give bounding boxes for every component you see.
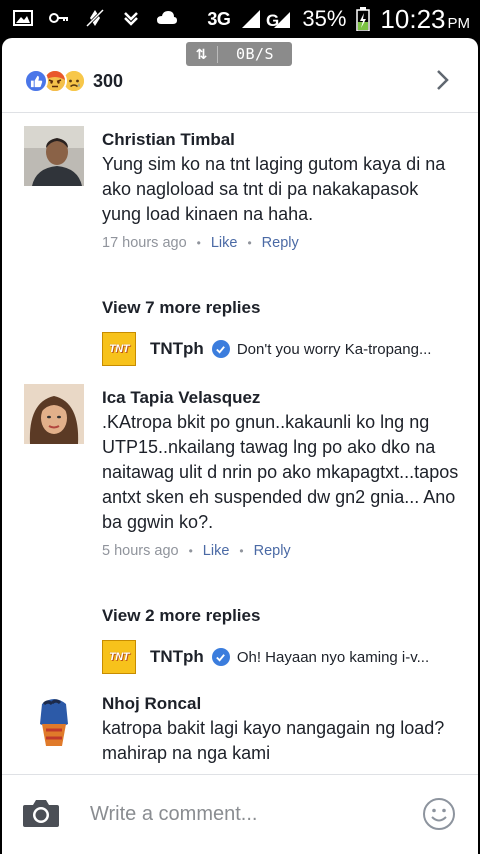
reactions-summary[interactable]: 300 [24,68,123,94]
avatar[interactable] [24,384,84,444]
comment-body: Nhoj Roncal katropa bakit lagi kayo nang… [102,694,462,766]
camera-icon[interactable] [22,797,60,829]
reply-preview[interactable]: TNT TNTph Don't you worry Ka-tropang... [102,332,431,366]
battery-charging-icon [356,7,371,31]
status-left-icons [12,8,178,28]
like-button[interactable]: Like [211,235,238,251]
comment-input[interactable] [90,797,390,831]
gallery-icon [13,10,33,26]
no-location-icon [85,8,105,28]
comment-body: Christian Timbal Yung sim ko na tnt lagi… [102,130,462,251]
comment-author[interactable]: Ica Tapia Velasquez [102,388,462,408]
network-speed-meter: ⇅ 0B/S [186,42,292,66]
like-icon [24,69,48,93]
avatar[interactable] [24,690,84,750]
comment-body: Ica Tapia Velasquez .KAtropa bkit po gnu… [102,388,462,559]
reply-preview[interactable]: TNT TNTph Oh! Hayaan nyo kaming i-v... [102,640,429,674]
clock-time: 10:23 [380,3,446,34]
comment-meta: 17 hours ago • Like • Reply [102,235,462,251]
reactions-count: 300 [93,70,124,91]
verified-badge-icon [211,340,230,358]
comment-text: Yung sim ko na tnt laging gutom kaya di … [102,154,446,224]
data-transfer-icon: ⇅ [186,45,218,63]
comment-composer [2,774,478,854]
separator-dot: • [239,544,244,558]
divider [2,112,478,113]
reply-author: TNTph [150,647,204,666]
comment-text: katropa bakit lagi kayo nangagain ng loa… [102,718,445,763]
key-icon [49,13,68,23]
separator-dot: • [247,236,252,250]
view-more-replies-button[interactable]: View 2 more replies [102,606,260,626]
tnt-logo: TNT [102,332,136,366]
separator-dot: • [188,544,193,558]
avatar[interactable] [24,126,84,186]
emoji-icon[interactable] [422,797,456,831]
reply-text: Oh! Hayaan nyo kaming i-v... [236,648,430,666]
comment-meta: 5 hours ago • Like • Reply [102,543,462,559]
clock-ampm: PM [447,14,471,32]
comment-author[interactable]: Nhoj Roncal [102,694,462,714]
chevron-right-icon[interactable] [430,66,454,94]
tnt-logo: TNT [102,640,136,674]
comment-text: .KAtropa bkit po gnun..kakaunli ko lng n… [102,412,459,532]
separator-dot: • [196,236,201,250]
reply-author: TNTph [150,339,204,358]
cloud-icon [157,11,177,24]
status-right: 3G G 35% 10:23 PM [207,4,470,34]
reply-button[interactable]: Reply [254,543,291,559]
network-type: 3G [207,8,231,29]
status-bar: 3G G 35% 10:23 PM [0,0,480,38]
reply-button[interactable]: Reply [262,235,299,251]
reply-text: Don't you worry Ka-tropang... [236,340,432,358]
battery-percent: 35% [302,6,347,31]
like-button[interactable]: Like [203,543,230,559]
comment-time: 17 hours ago [102,235,187,251]
comments-sheet: ⇅ 0B/S 300 Christian Timbal Yung sim ko … [2,38,478,854]
network-speed-value: 0B/S [235,45,275,63]
verified-badge-icon [211,648,230,666]
comment-time: 5 hours ago [102,543,179,559]
signal-icon: G [242,10,291,30]
view-more-replies-button[interactable]: View 7 more replies [102,298,260,318]
clock: 10:23 PM [380,4,470,35]
comment-author[interactable]: Christian Timbal [102,130,462,150]
notification-down-icon [124,12,138,26]
